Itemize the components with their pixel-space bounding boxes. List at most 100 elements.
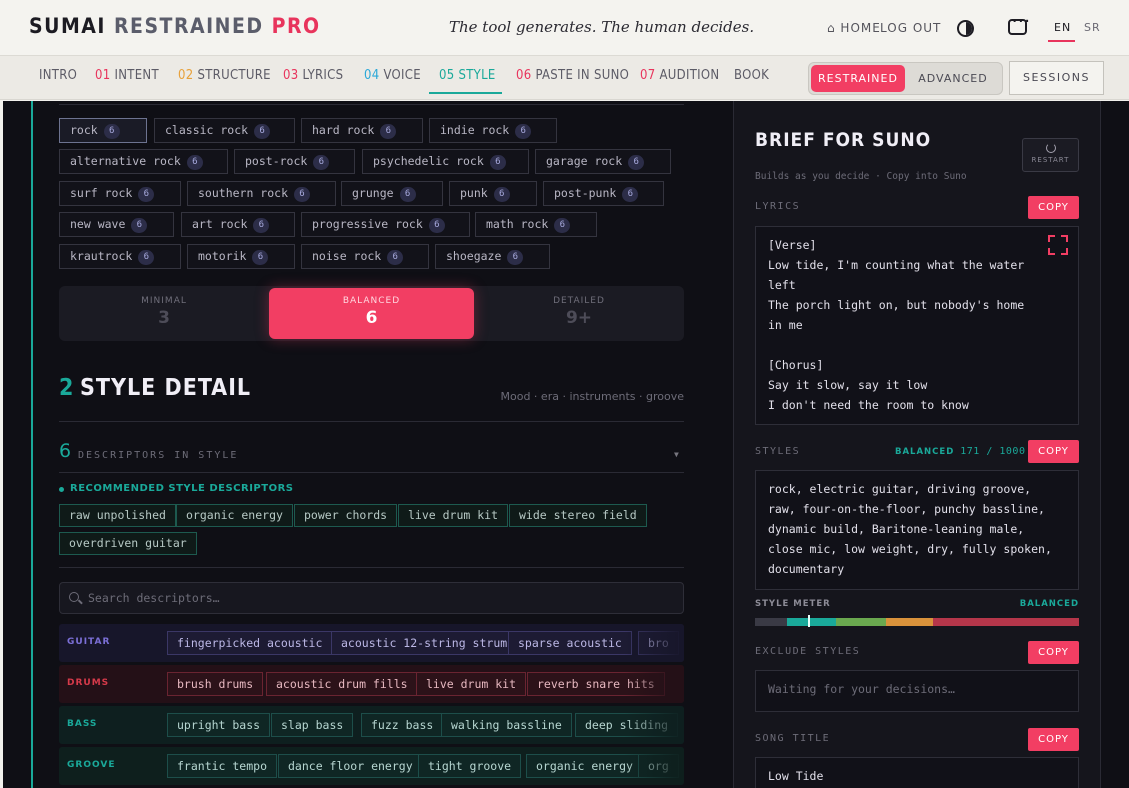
copy-styles-button[interactable]: COPY: [1028, 440, 1079, 463]
descriptor-chip[interactable]: fuzz bass: [361, 713, 444, 737]
recommended-chip[interactable]: raw unpolished: [59, 504, 176, 527]
genre-label: grunge: [352, 186, 394, 200]
mode-restrained-button[interactable]: RESTRAINED: [811, 65, 905, 92]
genre-count-badge: 6: [507, 250, 524, 265]
theme-toggle-icon[interactable]: [957, 20, 974, 37]
lang-en-button[interactable]: EN: [1054, 21, 1071, 34]
descriptor-chip[interactable]: sparse acoustic: [508, 631, 632, 655]
tab-label: AUDITION: [659, 68, 720, 83]
copy-lyrics-button[interactable]: COPY: [1028, 196, 1079, 219]
genre-count-badge: 6: [313, 155, 330, 170]
genre-chip[interactable]: garage rock 6: [535, 149, 671, 174]
scroll-fade: [624, 665, 684, 703]
recommended-chip[interactable]: overdriven guitar: [59, 532, 197, 555]
descriptor-chip[interactable]: acoustic 12-string strum: [331, 631, 518, 655]
genre-chip[interactable]: punk 6: [449, 181, 537, 206]
genre-chip[interactable]: indie rock 6: [429, 118, 557, 143]
descriptor-chip[interactable]: walking bassline: [441, 713, 572, 737]
lang-sr-button[interactable]: SR: [1084, 21, 1101, 34]
genre-chip[interactable]: noise rock 6: [301, 244, 429, 269]
descriptor-chip[interactable]: slap bass: [271, 713, 354, 737]
tab-number: 07: [640, 68, 656, 83]
recommended-chip[interactable]: live drum kit: [398, 504, 509, 527]
genre-chip[interactable]: motorik 6: [187, 244, 295, 269]
chat-icon[interactable]: [1008, 14, 1030, 35]
tab-intent[interactable]: 01 INTENT: [95, 68, 159, 83]
mode-advanced-button[interactable]: ADVANCED: [905, 65, 1001, 92]
tab-label: INTENT: [114, 68, 159, 83]
descriptor-chip[interactable]: live drum kit: [416, 672, 527, 696]
lyrics-box[interactable]: [Verse] Low tide, I'm counting what the …: [755, 226, 1079, 425]
styles-box[interactable]: rock, electric guitar, driving groove, r…: [755, 470, 1079, 590]
genre-label: noise rock: [312, 249, 382, 263]
descriptor-chip[interactable]: upright bass: [167, 713, 271, 737]
brand-word-1: SUMAI: [29, 14, 106, 38]
genre-label: art rock: [192, 217, 248, 231]
restart-button[interactable]: RESTART: [1022, 138, 1079, 172]
meter-segment: [787, 618, 836, 626]
recommended-chip[interactable]: wide stereo field: [509, 504, 647, 527]
genre-chip[interactable]: hard rock 6: [301, 118, 423, 143]
logout-link[interactable]: LOG OUT: [880, 21, 941, 35]
density-minimal-option[interactable]: MINIMAL 3: [59, 286, 269, 328]
tab-lyrics[interactable]: 03 LYRICS: [283, 68, 343, 83]
genre-chip[interactable]: psychedelic rock 6: [362, 149, 529, 174]
genre-chip[interactable]: southern rock 6: [187, 181, 336, 206]
genre-chip[interactable]: surf rock 6: [59, 181, 181, 206]
tab-structure[interactable]: 02 STRUCTURE: [178, 68, 271, 83]
search-icon: [69, 592, 79, 602]
styles-meta: BALANCED 171 / 1000: [895, 446, 1025, 457]
genre-count-badge: 6: [515, 124, 532, 139]
descriptor-chip[interactable]: frantic tempo: [167, 754, 278, 778]
divider: [59, 104, 684, 105]
sessions-button[interactable]: SESSIONS: [1009, 61, 1104, 95]
genre-count-badge: 6: [131, 218, 148, 233]
genre-chip[interactable]: rock 6: [59, 118, 147, 143]
genre-label: alternative rock: [70, 154, 181, 168]
genre-chip[interactable]: shoegaze 6: [435, 244, 550, 269]
app-logo[interactable]: SUMAI RESTRAINED PRO: [29, 14, 321, 38]
recommended-chip[interactable]: organic energy: [176, 504, 293, 527]
density-balanced-label: BALANCED: [342, 296, 401, 306]
exclude-styles-box[interactable]: Waiting for your decisions…: [755, 670, 1079, 712]
descriptor-count-label[interactable]: DESCRIPTORS IN STYLE: [78, 450, 238, 461]
descriptor-chip[interactable]: acoustic drum fills: [266, 672, 418, 696]
genre-chip[interactable]: post-rock 6: [234, 149, 355, 174]
descriptor-chip[interactable]: tight groove: [418, 754, 522, 778]
lyrics-label: LYRICS: [755, 201, 801, 212]
descriptor-chip[interactable]: brush drums: [167, 672, 264, 696]
tab-style[interactable]: 05 STYLE: [439, 68, 496, 83]
density-detailed-option[interactable]: DETAILED 9+: [474, 286, 684, 328]
genre-chip[interactable]: post-punk 6: [543, 181, 664, 206]
copy-title-button[interactable]: COPY: [1028, 728, 1079, 751]
style-meter-level: BALANCED: [1019, 599, 1079, 609]
genre-chip[interactable]: grunge 6: [341, 181, 443, 206]
genre-chip[interactable]: art rock 6: [181, 212, 295, 237]
home-link[interactable]: ⌂ HOME: [827, 21, 881, 35]
song-title-box[interactable]: Low Tide: [755, 757, 1079, 788]
expand-icon[interactable]: [1048, 235, 1068, 255]
descriptor-chip[interactable]: fingerpicked acoustic: [167, 631, 333, 655]
genre-chip[interactable]: krautrock 6: [59, 244, 181, 269]
genre-count-badge: 6: [387, 250, 404, 265]
tab-book[interactable]: BOOK: [734, 68, 769, 83]
styles-level: BALANCED: [895, 447, 955, 457]
genre-chip[interactable]: alternative rock 6: [59, 149, 228, 174]
genre-chip[interactable]: math rock 6: [475, 212, 597, 237]
styles-char-count: 171 / 1000: [960, 446, 1026, 457]
density-balanced-option[interactable]: BALANCED 6: [269, 288, 474, 339]
genre-chip[interactable]: new wave 6: [59, 212, 174, 237]
category-row-groove: GROOVE frantic tempo dance floor energy tig…: [59, 747, 684, 785]
genre-chip[interactable]: classic rock 6: [154, 118, 295, 143]
genre-chip[interactable]: progressive rock 6: [301, 212, 470, 237]
tab-voice[interactable]: 04 VOICE: [364, 68, 421, 83]
chevron-down-icon[interactable]: ▼: [674, 450, 679, 459]
copy-exclude-button[interactable]: COPY: [1028, 641, 1079, 664]
tab-intro[interactable]: INTRO: [39, 68, 77, 83]
genre-count-badge: 6: [294, 187, 311, 202]
tab-audition[interactable]: 07 AUDITION: [640, 68, 719, 83]
tab-paste-in-suno[interactable]: 06 PASTE IN SUNO: [516, 68, 629, 83]
category-row-drums: DRUMS brush drums acoustic drum fills live …: [59, 665, 684, 703]
recommended-chip[interactable]: power chords: [294, 504, 398, 527]
descriptor-chip[interactable]: dance floor energy: [278, 754, 423, 778]
